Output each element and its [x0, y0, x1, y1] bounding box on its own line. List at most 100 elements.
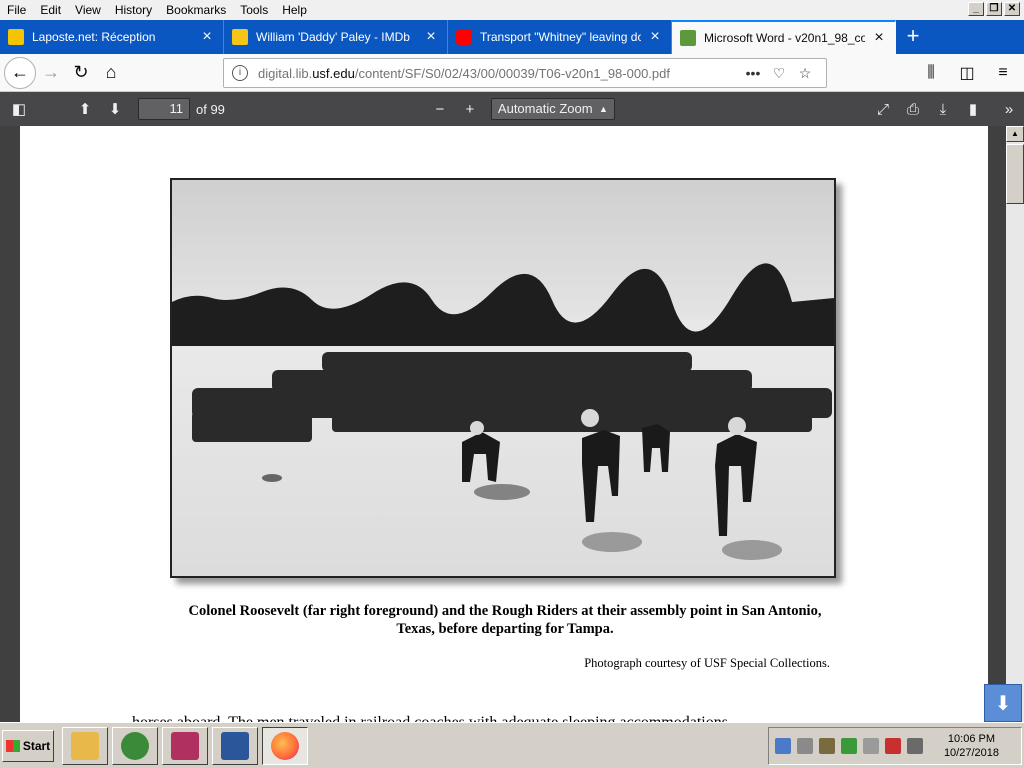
- tab-laposte[interactable]: Laposte.net: Réception ×: [0, 20, 224, 54]
- leaf-favicon-icon: [680, 30, 696, 46]
- new-tab-button[interactable]: +: [896, 20, 930, 54]
- close-window-button[interactable]: ✕: [1004, 2, 1020, 16]
- print-icon: ⎙: [906, 100, 919, 118]
- pdf-viewer[interactable]: Colonel Roosevelt (far right foreground)…: [0, 126, 1006, 722]
- bookmark-icon: ▮: [968, 101, 978, 118]
- printer-icon[interactable]: [863, 738, 879, 754]
- menu-button[interactable]: ≡: [988, 58, 1018, 88]
- menu-edit[interactable]: Edit: [33, 0, 68, 20]
- bookmark-button[interactable]: ▮: [958, 96, 988, 122]
- page-number-input[interactable]: 11: [138, 98, 190, 120]
- laposte-favicon-icon: [8, 29, 24, 45]
- clock-time: 10:06 PM: [947, 733, 996, 745]
- minus-icon: −: [435, 100, 445, 118]
- back-button[interactable]: ←: [4, 56, 36, 89]
- historical-photograph: [170, 178, 836, 578]
- navigation-bar: ← → ↻ ⌂ i digital.lib.usf.edu/content/SF…: [0, 54, 1024, 92]
- close-tab-icon[interactable]: ×: [647, 28, 663, 46]
- reload-button[interactable]: ↻: [66, 58, 96, 88]
- restore-button[interactable]: ❐: [986, 2, 1002, 16]
- taskbar-explorer[interactable]: [62, 726, 108, 765]
- pdf-page: Colonel Roosevelt (far right foreground)…: [20, 126, 988, 722]
- close-tab-icon[interactable]: ×: [871, 29, 887, 47]
- forward-button[interactable]: →: [36, 58, 66, 88]
- taskbar-access[interactable]: [162, 726, 208, 765]
- toggle-sidebar-button[interactable]: ◧: [4, 96, 34, 122]
- zoom-in-button[interactable]: +: [455, 96, 485, 122]
- rough-riders-photo: [172, 180, 834, 576]
- tab-title: William 'Daddy' Paley - IMDb: [256, 30, 410, 44]
- tools-icon[interactable]: [819, 738, 835, 754]
- tab-title: Laposte.net: Réception: [32, 30, 156, 44]
- photo-credit: Photograph courtesy of USF Special Colle…: [584, 656, 830, 670]
- body-text: horses aboard. The men traveled in railr…: [132, 714, 892, 722]
- taskbar-firefox[interactable]: [262, 726, 308, 765]
- window-controls: _ ❐ ✕: [968, 2, 1020, 16]
- info-icon[interactable]: i: [232, 65, 248, 81]
- sync-icon: [121, 731, 149, 760]
- taskbar-sync[interactable]: [112, 726, 158, 765]
- presentation-mode-button[interactable]: ⤢: [868, 96, 898, 122]
- print-button[interactable]: ⎙: [898, 96, 928, 122]
- menu-tools[interactable]: Tools: [233, 0, 275, 20]
- pocket-icon[interactable]: ♡: [766, 65, 792, 82]
- arrow-left-icon: ←: [11, 62, 29, 82]
- library-button[interactable]: ⫼: [916, 58, 946, 88]
- tab-title: Transport "Whitney" leaving dock: [480, 30, 641, 44]
- arrow-right-icon: →: [42, 62, 60, 82]
- menu-bookmarks[interactable]: Bookmarks: [159, 0, 233, 20]
- url-text[interactable]: digital.lib.usf.edu/content/SF/S0/02/43/…: [258, 66, 740, 81]
- pdf-toolbar: ◧ ⬆ ⬇ 11 of 99 − + Automatic Zoom▲▼ ⤢ ⎙ …: [0, 92, 1024, 134]
- menu-history[interactable]: History: [108, 0, 159, 20]
- vertical-scrollbar[interactable]: ▲: [1006, 126, 1024, 722]
- previous-page-button[interactable]: ⬆: [70, 96, 100, 122]
- clock-date: 10/27/2018: [943, 747, 999, 759]
- clock[interactable]: 10:06 PM 10/27/2018: [944, 732, 999, 760]
- fullscreen-icon: ⤢: [876, 100, 889, 118]
- file-explorer-icon: [71, 731, 99, 760]
- photo-caption: Colonel Roosevelt (far right foreground)…: [188, 603, 822, 637]
- reload-icon: ↻: [73, 62, 89, 82]
- menu-help[interactable]: Help: [275, 0, 314, 20]
- imdb-favicon-icon: [232, 29, 248, 45]
- taskbar-word[interactable]: [212, 726, 258, 765]
- address-bar[interactable]: i digital.lib.usf.edu/content/SF/S0/02/4…: [223, 58, 827, 88]
- zoom-select[interactable]: Automatic Zoom▲▼: [490, 98, 615, 134]
- access-icon: [171, 731, 199, 760]
- volume-icon[interactable]: [907, 738, 923, 754]
- sidebar-button[interactable]: ◫: [952, 58, 982, 88]
- close-tab-icon[interactable]: ×: [423, 28, 439, 46]
- tab-youtube[interactable]: Transport "Whitney" leaving dock ×: [448, 20, 672, 54]
- home-icon: ⌂: [105, 62, 117, 82]
- youtube-favicon-icon: [456, 29, 472, 45]
- download-icon: ⤓: [939, 100, 947, 118]
- plus-icon: +: [465, 100, 475, 118]
- download-button[interactable]: ⤓: [928, 96, 958, 122]
- start-button[interactable]: Start: [2, 729, 54, 762]
- tools-button[interactable]: »: [994, 96, 1024, 122]
- network-icon[interactable]: [775, 738, 791, 754]
- scroll-thumb[interactable]: [1006, 144, 1024, 204]
- tab-title: Microsoft Word - v20n1_98_cover: [704, 31, 865, 45]
- menu-file[interactable]: File: [0, 0, 33, 20]
- warning-icon[interactable]: [885, 738, 901, 754]
- next-page-button[interactable]: ⬇: [100, 96, 130, 122]
- windows-logo-icon: [5, 739, 20, 752]
- minimize-button[interactable]: _: [968, 2, 984, 16]
- close-tab-icon[interactable]: ×: [199, 28, 215, 46]
- security-shield-icon[interactable]: [841, 738, 857, 754]
- zoom-out-button[interactable]: −: [425, 96, 455, 122]
- scroll-up-arrow-icon[interactable]: ▲: [1006, 126, 1024, 142]
- firefox-icon: [271, 731, 299, 760]
- dropbox-icon[interactable]: [797, 738, 813, 754]
- download-arrow-icon[interactable]: ⬇: [984, 684, 1022, 722]
- bookmark-star-icon[interactable]: ☆: [792, 65, 818, 82]
- home-button[interactable]: ⌂: [96, 58, 126, 88]
- system-tray: 10:06 PM 10/27/2018: [768, 727, 1022, 765]
- tab-word-pdf[interactable]: Microsoft Word - v20n1_98_cover ×: [672, 20, 896, 54]
- tab-imdb[interactable]: William 'Daddy' Paley - IMDb ×: [224, 20, 448, 54]
- arrow-up-icon: ⬆: [78, 101, 92, 118]
- arrow-down-icon: ⬇: [108, 101, 122, 118]
- page-actions-icon[interactable]: •••: [740, 65, 766, 81]
- menu-view[interactable]: View: [68, 0, 108, 20]
